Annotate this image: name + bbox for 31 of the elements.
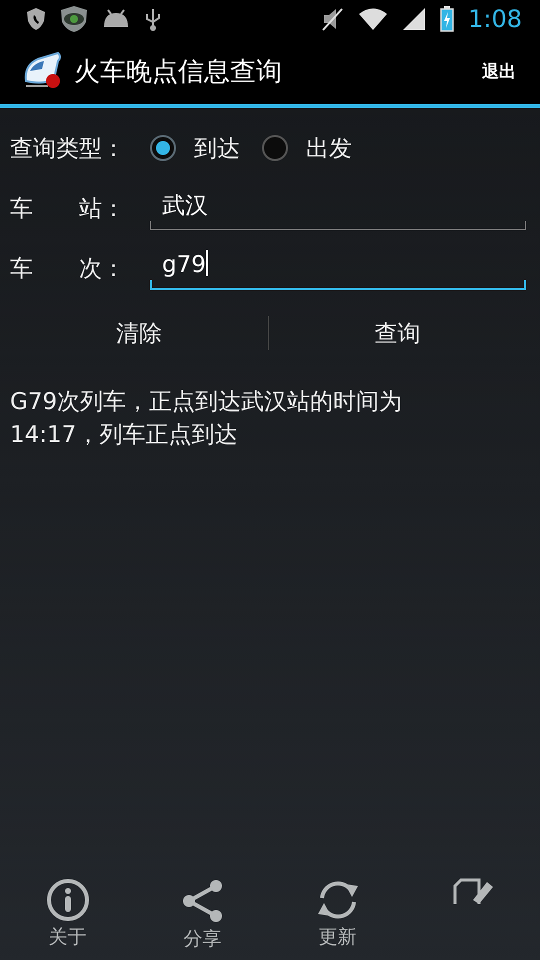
battery-charging-icon	[440, 6, 454, 32]
result-text: G79次列车，正点到达武汉站的时间为14:17，列车正点到达	[10, 388, 404, 450]
shield-icon	[26, 7, 46, 31]
usb-icon	[144, 6, 162, 32]
input-field[interactable]: g79	[150, 246, 526, 290]
radio-option[interactable]: 到达	[150, 132, 240, 164]
query-type-label: 查询类型：	[10, 134, 126, 164]
signal-icon	[402, 7, 426, 31]
info-icon	[46, 878, 90, 922]
train-icon	[24, 51, 62, 91]
muted-speaker-icon	[322, 7, 344, 31]
field-label: 车 次：	[10, 254, 126, 284]
clock-time: 1:08	[468, 5, 522, 33]
query-button[interactable]: 查询	[268, 308, 526, 358]
clear-button[interactable]: 清除	[10, 308, 268, 358]
android-icon	[102, 9, 130, 29]
app-title: 火车晚点信息查询	[74, 56, 283, 88]
input-field[interactable]: 武汉	[150, 186, 526, 230]
field-label: 车 站：	[10, 194, 126, 224]
document-pencil-icon	[450, 878, 494, 904]
exit-button[interactable]: 退出	[482, 54, 516, 88]
radio-button[interactable]	[262, 135, 288, 161]
toolbar-button[interactable]: 分享	[135, 872, 270, 960]
radio-button[interactable]	[150, 135, 176, 161]
radio-option[interactable]: 出发	[262, 132, 352, 164]
radio-label: 到达	[194, 134, 240, 164]
wifi-icon	[358, 7, 388, 31]
radio-label: 出发	[306, 134, 352, 164]
eye-shield-icon	[60, 5, 88, 33]
toolbar-button[interactable]: 关于	[0, 872, 135, 960]
toolbar-button[interactable]: 更新	[270, 872, 405, 960]
